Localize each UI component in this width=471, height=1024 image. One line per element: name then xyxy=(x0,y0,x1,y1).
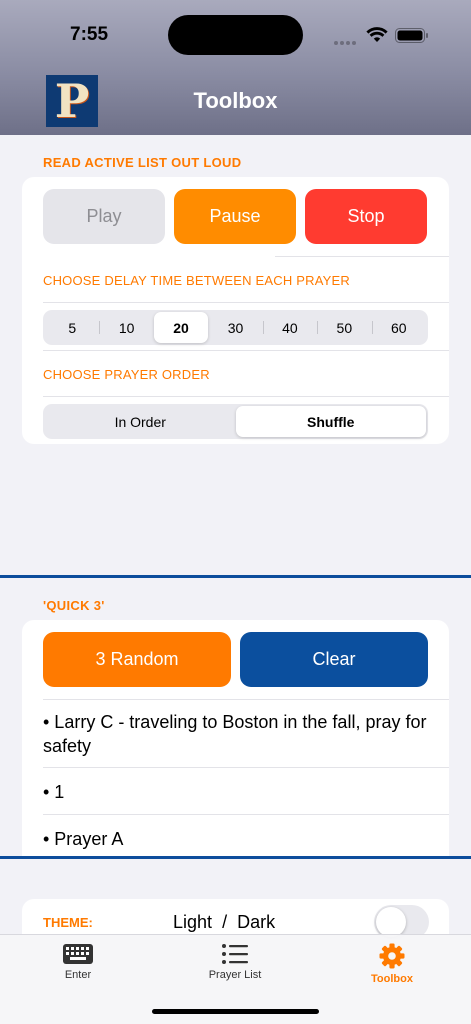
quick3-list-item[interactable]: • Prayer A xyxy=(43,827,433,851)
divider xyxy=(43,350,449,351)
theme-label: THEME: xyxy=(43,915,93,930)
section-divider xyxy=(0,575,471,578)
status-time: 7:55 xyxy=(70,24,109,45)
stop-button[interactable]: Stop xyxy=(305,189,427,244)
home-indicator xyxy=(152,1009,319,1014)
keyboard-icon xyxy=(63,944,93,964)
divider xyxy=(275,256,449,257)
delay-option-30[interactable]: 30 xyxy=(208,312,262,343)
divider xyxy=(43,814,449,815)
order-option-in-order[interactable]: In Order xyxy=(45,406,236,437)
light-label: Light xyxy=(173,912,213,932)
tab-enter[interactable]: Enter xyxy=(18,943,138,981)
divider xyxy=(43,699,449,700)
delay-option-50[interactable]: 50 xyxy=(317,312,371,343)
quick3-list-item[interactable]: • 1 xyxy=(43,780,433,804)
theme-slash: / xyxy=(222,912,228,932)
delay-option-60[interactable]: 60 xyxy=(371,312,426,343)
wifi-icon xyxy=(366,27,388,42)
read-aloud-section-label: READ ACTIVE LIST OUT LOUD xyxy=(43,155,242,170)
toggle-knob xyxy=(376,907,406,937)
delay-option-5[interactable]: 5 xyxy=(45,312,99,343)
tab-prayer-list[interactable]: Prayer List xyxy=(175,943,295,981)
tab-label: Toolbox xyxy=(371,973,413,985)
delay-option-20[interactable]: 20 xyxy=(153,312,209,343)
play-button[interactable]: Play xyxy=(43,189,165,244)
tab-label: Enter xyxy=(64,969,92,981)
order-segmented-control: In Order Shuffle xyxy=(43,404,428,439)
order-label: CHOOSE PRAYER ORDER xyxy=(43,367,210,382)
gear-icon xyxy=(379,943,405,969)
dark-label: Dark xyxy=(237,912,276,932)
list-icon xyxy=(222,944,248,964)
theme-options-text: Light / Dark xyxy=(173,912,275,933)
quick3-list-item[interactable]: • Larry C - traveling to Boston in the f… xyxy=(43,710,433,758)
quick3-card: 3 Random Clear • Larry C - traveling to … xyxy=(22,620,449,857)
divider xyxy=(43,302,449,303)
divider xyxy=(43,767,449,768)
pause-button[interactable]: Pause xyxy=(174,189,296,244)
battery-icon xyxy=(395,28,428,43)
clear-button[interactable]: Clear xyxy=(240,632,428,687)
delay-label: CHOOSE DELAY TIME BETWEEN EACH PRAYER xyxy=(43,273,350,288)
quick3-section-label: 'QUICK 3' xyxy=(43,598,105,613)
cellular-signal-icon xyxy=(334,32,358,50)
three-random-button[interactable]: 3 Random xyxy=(43,632,231,687)
order-option-shuffle[interactable]: Shuffle xyxy=(235,406,426,437)
nav-header: 7:55 P Toolbox xyxy=(0,0,471,135)
tab-label: Prayer List xyxy=(208,969,262,981)
read-aloud-card: Play Pause Stop CHOOSE DELAY TIME BETWEE… xyxy=(22,177,449,444)
dynamic-island xyxy=(168,15,303,55)
delay-option-40[interactable]: 40 xyxy=(262,312,317,343)
page-title: Toolbox xyxy=(193,88,278,113)
delay-option-10[interactable]: 10 xyxy=(99,312,153,343)
status-icons xyxy=(334,26,434,45)
delay-segmented-control: 5 10 20 30 40 50 60 xyxy=(43,310,428,345)
tab-toolbox[interactable]: Toolbox xyxy=(332,943,452,985)
divider xyxy=(43,396,449,397)
section-divider xyxy=(0,856,471,859)
